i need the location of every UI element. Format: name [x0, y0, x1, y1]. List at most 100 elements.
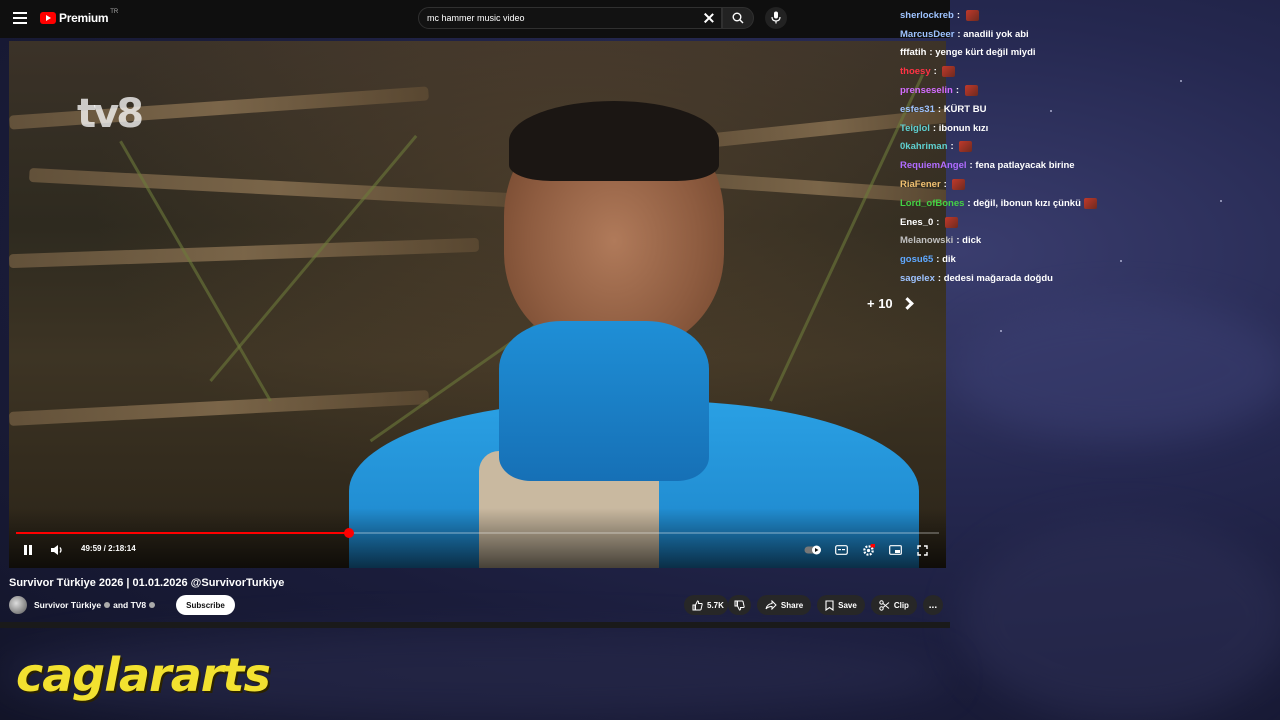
autoplay-icon: [804, 545, 821, 555]
video-player[interactable]: tv8 + 10 49:59 / 2:18:14: [9, 41, 946, 568]
player-controls: 49:59 / 2:18:14: [9, 540, 946, 560]
chat-message: sherlockreb:: [900, 6, 1270, 25]
chat-message: RiaFener:: [900, 175, 1270, 194]
pause-button[interactable]: [21, 540, 35, 560]
chat-separator: :: [950, 141, 957, 153]
chat-message: MarcusDeer: anadili yok abi: [900, 25, 1270, 44]
chat-message: fffatih: yenge kürt değil miydi: [900, 44, 1270, 63]
chat-username[interactable]: Lord_ofBones: [900, 198, 964, 209]
chat-separator: :: [955, 85, 962, 97]
chat-message: Lord_ofBones: değil, ibonun kızı çünkü: [900, 194, 1270, 213]
emote-icon: [945, 216, 959, 228]
chat-separator: :: [943, 179, 950, 191]
chat-message: Enes_0:: [900, 213, 1270, 232]
gear-icon: [862, 543, 875, 556]
chat-username[interactable]: esfes31: [900, 104, 935, 115]
chat-text: dick: [962, 235, 982, 247]
settings-button[interactable]: [860, 540, 876, 560]
youtube-play-icon: [40, 12, 56, 24]
progress-played: [16, 532, 350, 534]
scissors-icon: [879, 599, 890, 611]
thumbs-down-icon: [734, 600, 745, 611]
chat-username[interactable]: RiaFener: [900, 179, 941, 190]
chat-panel: sherlockreb: MarcusDeer: anadili yok abi…: [900, 6, 1270, 288]
clip-button[interactable]: Clip: [870, 595, 917, 615]
chat-message: gosu65: dik: [900, 250, 1270, 269]
chat-text: değil, ibonun kızı çünkü: [973, 197, 1081, 209]
autoplay-toggle[interactable]: [804, 540, 824, 560]
chat-username[interactable]: 0kahriman: [900, 141, 948, 152]
channel-row: Survivor Türkiye and TV8 Subscribe: [9, 594, 235, 616]
like-count: 5.7K: [707, 600, 724, 610]
star: [1000, 330, 1002, 332]
chat-username[interactable]: Teiglol: [900, 123, 930, 134]
share-icon: [765, 600, 777, 610]
captions-button[interactable]: [833, 540, 849, 560]
chat-message: thoesy:: [900, 62, 1270, 81]
logo-text: Premium: [59, 11, 109, 25]
hamburger-menu-icon[interactable]: [13, 12, 27, 24]
video-frame-detail: [499, 321, 709, 481]
video-frame-detail: [9, 237, 480, 269]
video-frame-detail: [9, 390, 430, 426]
chat-separator: :: [956, 9, 963, 21]
search-button[interactable]: [722, 7, 754, 29]
chat-text: dik: [942, 254, 956, 266]
voice-search-button[interactable]: [765, 7, 787, 29]
chat-username[interactable]: Melanowski: [900, 235, 953, 246]
progress-bar[interactable]: [16, 528, 939, 538]
chat-message: Melanowski: dick: [900, 232, 1270, 251]
save-label: Save: [838, 600, 857, 610]
chat-message: Teiglol: ibonun kızı: [900, 119, 1270, 138]
skip-forward-button[interactable]: + 10: [867, 296, 914, 311]
clear-search-icon[interactable]: [704, 13, 714, 23]
chat-username[interactable]: prenseselin: [900, 85, 953, 96]
channel-joiner[interactable]: and TV8: [113, 600, 146, 610]
youtube-logo[interactable]: Premium TR: [40, 9, 119, 25]
miniplayer-button[interactable]: [887, 540, 903, 560]
chat-username[interactable]: thoesy: [900, 66, 931, 77]
youtube-topbar: Premium TR: [0, 0, 950, 38]
emote-icon: [964, 85, 978, 97]
chat-message: sagelex: dedesi mağarada doğdu: [900, 269, 1270, 288]
avatar[interactable]: [9, 596, 27, 614]
clip-label: Clip: [893, 600, 909, 610]
chat-username[interactable]: fffatih: [900, 47, 926, 58]
chat-username[interactable]: gosu65: [900, 254, 933, 265]
streamer-brand: caglararts: [16, 648, 271, 702]
chat-text: KÜRT BU: [943, 103, 987, 115]
volume-icon: [51, 545, 62, 555]
chat-text: fena patlayacak birine: [975, 160, 1075, 172]
captions-icon: [834, 545, 848, 555]
chat-username[interactable]: RequiemAngel: [900, 160, 967, 171]
volume-button[interactable]: [49, 540, 65, 560]
share-button[interactable]: Share: [756, 595, 812, 615]
search-box: [418, 7, 722, 29]
bookmark-icon: [825, 599, 834, 611]
fullscreen-button[interactable]: [914, 540, 930, 560]
like-button[interactable]: 5.7K: [684, 595, 728, 615]
search-input[interactable]: [427, 13, 697, 23]
logo-country: TR: [110, 9, 119, 15]
channel-name[interactable]: Survivor Türkiye: [34, 600, 101, 610]
chat-username[interactable]: MarcusDeer: [900, 29, 954, 40]
chevron-right-icon: [900, 297, 914, 310]
save-button[interactable]: Save: [817, 595, 865, 615]
chat-text: anadili yok abi: [963, 28, 1029, 40]
video-frame-detail: [509, 101, 719, 181]
chat-text: ibonun kızı: [938, 122, 989, 134]
more-actions-button[interactable]: ...: [922, 595, 943, 615]
channel-watermark: tv8: [77, 91, 144, 137]
share-label: Share: [780, 600, 804, 610]
subscribe-button[interactable]: Subscribe: [176, 595, 235, 615]
chat-username[interactable]: sagelex: [900, 273, 935, 284]
time-display: 49:59 / 2:18:14: [81, 544, 136, 553]
chat-username[interactable]: Enes_0: [900, 217, 933, 228]
verified-icon: [149, 602, 156, 608]
chat-username[interactable]: sherlockreb: [900, 10, 954, 21]
sky-cloud: [950, 300, 1280, 440]
pause-icon: [24, 545, 32, 555]
dislike-button[interactable]: [727, 595, 751, 615]
miniplayer-icon: [888, 545, 902, 555]
emote-icon: [965, 9, 979, 21]
